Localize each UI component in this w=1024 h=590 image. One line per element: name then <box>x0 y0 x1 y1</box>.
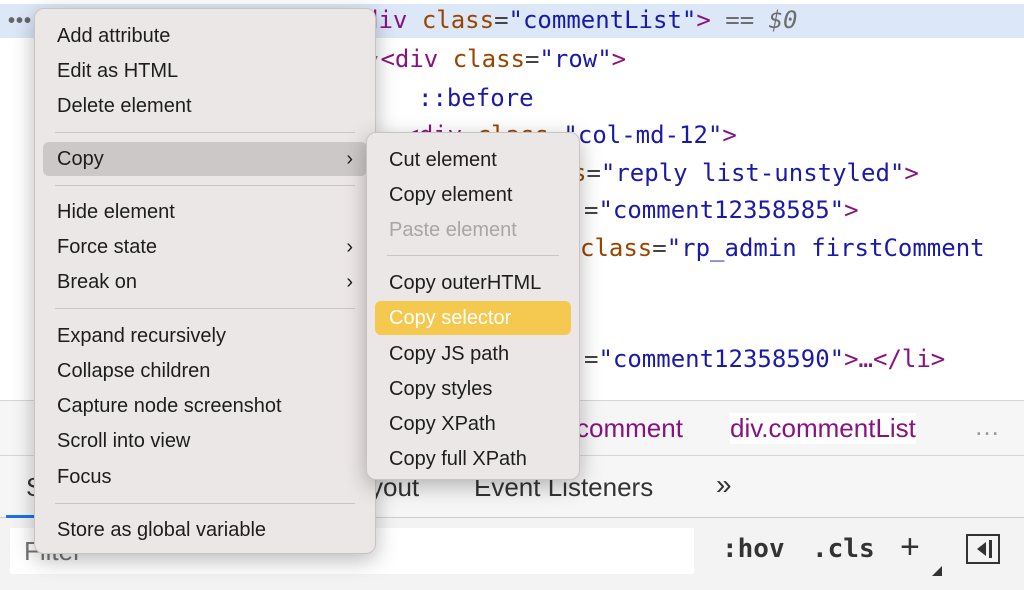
breadcrumb-item-commentlist[interactable]: div.commentList <box>730 413 916 444</box>
chevron-right-icon: › <box>346 148 353 170</box>
chevron-right-icon: › <box>346 236 353 258</box>
tree-line-comment1[interactable]: ="comment12358585"> <box>584 195 859 225</box>
menu-item-copy[interactable]: Copy › <box>43 142 367 176</box>
menu-separator <box>55 503 355 504</box>
attr-value: "commentList" <box>508 6 697 34</box>
menu-separator <box>55 308 355 309</box>
menu-item-cut-element[interactable]: Cut element <box>375 143 571 177</box>
tag-close: > <box>722 121 737 149</box>
tag-close: > <box>696 6 711 34</box>
menu-item-capture-node-screenshot[interactable]: Capture node screenshot <box>43 389 367 423</box>
hov-button[interactable]: :hov <box>722 534 785 564</box>
tree-line-comment2[interactable]: ="comment12358590">…</li> <box>584 344 945 374</box>
tag-close: >…</li> <box>844 345 946 373</box>
menu-item-hide-element[interactable]: Hide element <box>43 195 367 229</box>
tag-close: > <box>904 159 919 187</box>
menu-item-store-as-global-variable[interactable]: Store as global variable <box>43 513 367 547</box>
menu-item-add-attribute[interactable]: Add attribute <box>43 19 367 53</box>
menu-item-break-on[interactable]: Break on › <box>43 265 367 299</box>
tree-line-before[interactable]: ::before <box>418 83 534 113</box>
pseudo-element: ::before <box>418 84 534 112</box>
attr-eq: = <box>652 234 667 262</box>
arrow-left-icon <box>977 542 986 556</box>
tag-open: < <box>380 45 395 73</box>
attr-value: "rp_admin firstComment <box>666 234 985 262</box>
tree-line-reply[interactable]: s="reply list-unstyled"> <box>572 158 919 188</box>
new-style-rule-button[interactable]: + <box>900 528 920 567</box>
console-ref: == $0 <box>710 6 798 34</box>
attr-eq: = <box>584 345 599 373</box>
tag-name: div <box>394 45 439 73</box>
attr-name: class <box>580 234 653 262</box>
tag-close: > <box>611 45 627 73</box>
attr-name: class <box>452 45 525 73</box>
menu-item-scroll-into-view[interactable]: Scroll into view <box>43 424 367 458</box>
attr-value: "comment12358590" <box>598 345 845 373</box>
menu-item-copy-js-path[interactable]: Copy JS path <box>375 337 571 371</box>
menu-separator <box>55 185 355 186</box>
tabs-overflow-button[interactable]: » <box>716 469 732 501</box>
context-menu: Add attribute Edit as HTML Delete elemen… <box>34 8 376 554</box>
attr-value: "reply list-unstyled" <box>600 159 905 187</box>
tree-line-rp-admin[interactable]: class="rp_admin firstComment <box>580 233 985 263</box>
menu-item-copy-element[interactable]: Copy element <box>375 178 571 212</box>
menu-item-edit-as-html[interactable]: Edit as HTML <box>43 54 367 88</box>
tree-line-row[interactable]: ▾<div class="row"> <box>366 44 626 74</box>
menu-separator <box>55 132 355 133</box>
node-actions-dots[interactable]: ••• <box>8 10 32 33</box>
attr-value: "col-md-12" <box>563 121 723 149</box>
new-rule-dropdown-icon <box>932 566 942 576</box>
menu-item-focus[interactable]: Focus <box>43 460 367 494</box>
menu-item-expand-recursively[interactable]: Expand recursively <box>43 319 367 353</box>
cls-button[interactable]: .cls <box>812 534 875 564</box>
sidebar-bar-icon <box>989 540 992 558</box>
chevron-right-icon: › <box>346 271 353 293</box>
menu-item-label: Break on <box>57 271 138 293</box>
copy-submenu: Cut element Copy element Paste element C… <box>366 132 580 480</box>
attr-name: class <box>421 6 495 34</box>
menu-item-copy-full-xpath[interactable]: Copy full XPath <box>375 442 571 476</box>
toggle-sidebar-icon[interactable] <box>966 534 1000 564</box>
attr-eq: = <box>586 159 601 187</box>
menu-item-label: Force state <box>57 236 158 258</box>
attr-value: "comment12358585" <box>598 196 845 224</box>
breadcrumb-more[interactable]: … <box>974 411 1002 442</box>
breadcrumb-item-comment[interactable]: comment <box>576 413 683 444</box>
menu-separator <box>387 255 559 256</box>
attr-eq: = <box>584 196 599 224</box>
menu-item-force-state[interactable]: Force state › <box>43 230 367 264</box>
menu-item-copy-selector[interactable]: Copy selector <box>375 301 571 335</box>
menu-item-paste-element: Paste element <box>389 219 517 241</box>
menu-item-collapse-children[interactable]: Collapse children <box>43 354 367 388</box>
attr-eq: = <box>494 6 509 34</box>
attr-value: "row" <box>539 45 612 73</box>
menu-item-copy-styles[interactable]: Copy styles <box>375 372 571 406</box>
tree-line-commentlist[interactable]: div class="commentList"> == $0 <box>364 5 798 35</box>
tag-close: > <box>844 196 859 224</box>
menu-item-copy-outerhtml[interactable]: Copy outerHTML <box>375 266 571 300</box>
attr-eq: = <box>524 45 540 73</box>
menu-item-label: Copy <box>57 148 104 170</box>
menu-item-copy-xpath[interactable]: Copy XPath <box>375 407 571 441</box>
menu-item-delete-element[interactable]: Delete element <box>43 89 367 123</box>
